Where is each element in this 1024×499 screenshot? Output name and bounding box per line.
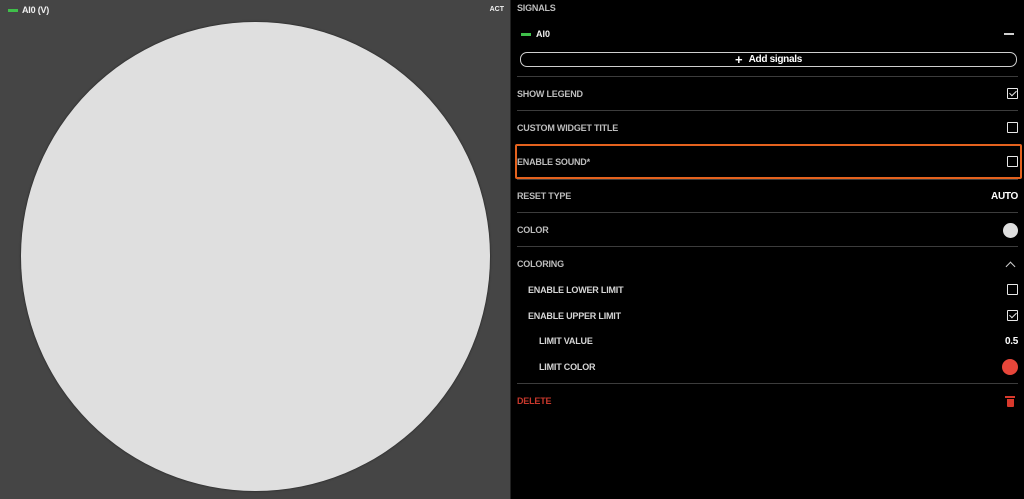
limit-color-swatch-button[interactable] (1002, 358, 1018, 375)
enable-upper-limit-checkbox[interactable] (1007, 310, 1018, 321)
divider (517, 246, 1018, 247)
legend-label: AI0 (V) (22, 5, 50, 15)
divider (517, 212, 1018, 213)
signal-label: AI0 (536, 29, 551, 39)
custom-title-label: CUSTOM WIDGET TITLE (517, 122, 619, 133)
divider (517, 144, 1018, 145)
show-legend-row: SHOW LEGEND (517, 87, 1018, 100)
reset-type-row[interactable]: RESET TYPE AUTO (517, 189, 1018, 203)
coloring-label: COLORING (517, 259, 564, 269)
enable-upper-limit-row: ENABLE UPPER LIMIT (528, 309, 1018, 322)
settings-panel: SIGNALS AI0 + Add signals SHOW LEGEND CU… (511, 0, 1024, 499)
limit-value[interactable]: 0.5 (1005, 336, 1018, 347)
signals-header: SIGNALS (517, 3, 556, 13)
trash-icon[interactable] (1005, 395, 1015, 407)
signal-color-swatch (521, 32, 531, 36)
limit-value-label: LIMIT VALUE (539, 336, 593, 346)
reset-type-label: RESET TYPE (517, 191, 572, 201)
coloring-header-row[interactable]: COLORING (517, 257, 1018, 271)
lamp-widget: AI0 (V) ACT (0, 0, 511, 499)
enable-sound-checkbox[interactable] (1007, 156, 1018, 167)
add-signals-label: Add signals (748, 54, 803, 65)
enable-upper-limit-label: ENABLE UPPER LIMIT (528, 310, 621, 321)
signal-name: AI0 (521, 29, 550, 39)
divider (517, 179, 1018, 180)
divider (517, 383, 1018, 384)
widget-legend: AI0 (V) (8, 5, 49, 15)
color-swatch-button[interactable] (1003, 222, 1018, 238)
add-signals-button[interactable]: + Add signals (520, 52, 1017, 67)
limit-color-label: LIMIT COLOR (539, 361, 596, 372)
enable-lower-limit-checkbox[interactable] (1007, 284, 1018, 295)
lamp-indicator (21, 22, 490, 491)
chevron-up-icon[interactable] (1005, 261, 1016, 271)
limit-color-row: LIMIT COLOR (539, 358, 1018, 375)
enable-sound-label: ENABLE SOUND* (517, 156, 590, 167)
reset-type-value[interactable]: AUTO (991, 191, 1018, 202)
show-legend-checkbox[interactable] (1007, 88, 1018, 99)
divider (517, 76, 1018, 77)
delete-label[interactable]: DELETE (517, 396, 552, 406)
signals-header-row: SIGNALS (517, 2, 1018, 14)
color-row: COLOR (517, 222, 1018, 238)
custom-title-row: CUSTOM WIDGET TITLE (517, 121, 1018, 134)
enable-sound-row: ENABLE SOUND* (517, 155, 1018, 168)
limit-value-row[interactable]: LIMIT VALUE 0.5 (539, 334, 1018, 348)
status-label: ACT (489, 6, 504, 13)
show-legend-label: SHOW LEGEND (517, 88, 583, 99)
color-label: COLOR (517, 225, 549, 235)
enable-lower-limit-row: ENABLE LOWER LIMIT (528, 283, 1018, 296)
remove-signal-icon[interactable] (1004, 33, 1014, 35)
divider (517, 110, 1018, 111)
delete-row[interactable]: DELETE (517, 394, 1018, 408)
enable-lower-limit-label: ENABLE LOWER LIMIT (528, 284, 624, 295)
legend-color-swatch (8, 8, 18, 12)
signal-item[interactable]: AI0 (521, 27, 1018, 41)
plus-icon: + (735, 51, 743, 67)
custom-title-checkbox[interactable] (1007, 122, 1018, 133)
